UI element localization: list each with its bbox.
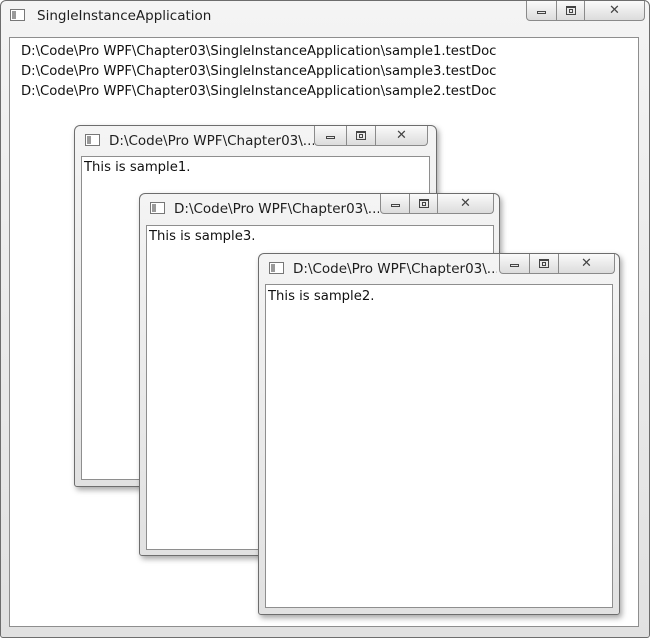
main-window-title: SingleInstanceApplication bbox=[37, 8, 212, 24]
document-minimize-button[interactable] bbox=[499, 254, 530, 274]
document-minimize-button[interactable] bbox=[380, 194, 410, 214]
document-text: This is sample3. bbox=[149, 229, 256, 244]
document-window-title-bar[interactable]: D:\Code\Pro WPF\Chapter03\... ✕ bbox=[75, 126, 436, 155]
document-close-button[interactable]: ✕ bbox=[438, 194, 494, 214]
main-caption-buttons: ✕ bbox=[526, 1, 645, 22]
document-window-title-bar[interactable]: D:\Code\Pro WPF\Chapter03\... ✕ bbox=[259, 254, 619, 283]
document-caption-buttons: ✕ bbox=[380, 194, 494, 215]
maximize-icon bbox=[539, 259, 549, 268]
minimize-icon bbox=[326, 135, 335, 139]
document-close-button[interactable]: ✕ bbox=[376, 126, 428, 146]
main-minimize-button[interactable] bbox=[526, 1, 557, 21]
document-maximize-button[interactable] bbox=[530, 254, 559, 274]
document-path-2: D:\Code\Pro WPF\Chapter03\SingleInstance… bbox=[21, 64, 497, 79]
main-maximize-button[interactable] bbox=[557, 1, 585, 21]
close-icon: ✕ bbox=[396, 128, 407, 143]
document-path-3: D:\Code\Pro WPF\Chapter03\SingleInstance… bbox=[21, 84, 497, 99]
document-window-title: D:\Code\Pro WPF\Chapter03\... bbox=[293, 261, 497, 277]
close-icon: ✕ bbox=[581, 256, 592, 271]
document-maximize-button[interactable] bbox=[410, 194, 438, 214]
document-caption-buttons: ✕ bbox=[499, 254, 615, 275]
document-path-1: D:\Code\Pro WPF\Chapter03\SingleInstance… bbox=[21, 44, 497, 59]
document-close-button[interactable]: ✕ bbox=[559, 254, 615, 274]
document-text: This is sample1. bbox=[84, 160, 191, 175]
document-caption-buttons: ✕ bbox=[314, 126, 428, 147]
maximize-icon bbox=[565, 6, 576, 15]
main-close-button[interactable]: ✕ bbox=[585, 1, 645, 21]
document-maximize-button[interactable] bbox=[347, 126, 376, 146]
maximize-icon bbox=[418, 199, 429, 208]
document-window-icon[interactable] bbox=[85, 134, 100, 146]
minimize-icon bbox=[390, 203, 400, 207]
document-text: This is sample2. bbox=[268, 289, 375, 304]
document-content-area[interactable]: This is sample2. bbox=[265, 284, 613, 608]
document-minimize-button[interactable] bbox=[314, 126, 347, 146]
close-icon: ✕ bbox=[460, 196, 471, 211]
close-icon: ✕ bbox=[609, 3, 620, 18]
minimize-icon bbox=[510, 263, 519, 267]
maximize-icon bbox=[356, 131, 366, 140]
document-window-icon[interactable] bbox=[269, 262, 284, 274]
main-title-bar[interactable]: SingleInstanceApplication ✕ bbox=[1, 1, 649, 30]
document-window-title-bar[interactable]: D:\Code\Pro WPF\Chapter03\... ✕ bbox=[140, 194, 499, 223]
document-window-title: D:\Code\Pro WPF\Chapter03\... bbox=[174, 201, 379, 217]
minimize-icon bbox=[537, 10, 546, 14]
document-window-sample2[interactable]: D:\Code\Pro WPF\Chapter03\... ✕ This is … bbox=[258, 253, 620, 615]
document-window-title: D:\Code\Pro WPF\Chapter03\... bbox=[109, 133, 314, 149]
app-window-icon[interactable] bbox=[10, 9, 25, 21]
document-window-icon[interactable] bbox=[150, 202, 165, 214]
